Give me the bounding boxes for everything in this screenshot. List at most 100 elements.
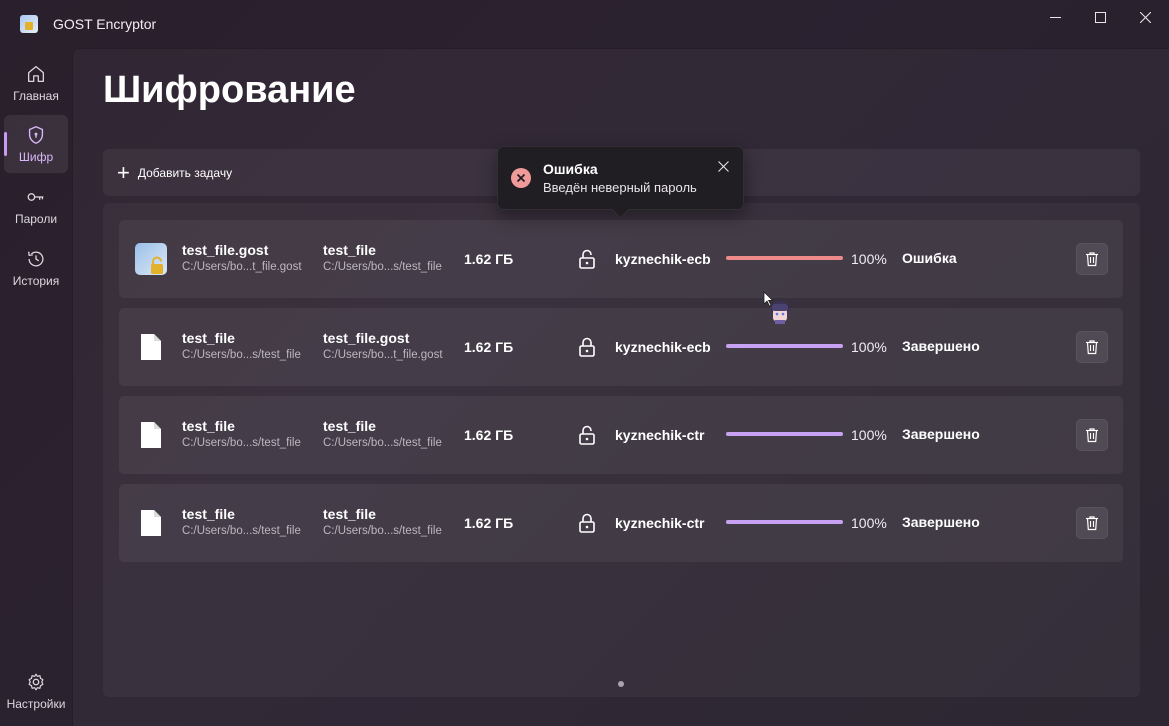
sidebar-item-label: История xyxy=(12,274,60,288)
close-icon xyxy=(1139,11,1151,23)
delete-task-button[interactable] xyxy=(1076,419,1108,451)
title-bar: GOST Encryptor xyxy=(0,0,1169,48)
close-window-button[interactable] xyxy=(1122,0,1168,34)
mouse-cursor-icon xyxy=(763,291,789,324)
gear-icon xyxy=(28,673,44,691)
source-file-path: C:/Users/bo...s/test_file xyxy=(182,525,301,537)
source-file: test_file C:/Users/bo...s/test_file xyxy=(182,418,301,449)
delete-task-button[interactable] xyxy=(1076,331,1108,363)
destination-file-path: C:/Users/bo...s/test_file xyxy=(323,525,442,537)
file-size: 1.62 ГБ xyxy=(464,339,514,355)
key-icon xyxy=(27,193,44,201)
sidebar-item-history[interactable]: История xyxy=(4,239,68,297)
progress-fill xyxy=(726,256,843,260)
sidebar-item-home[interactable]: Главная xyxy=(4,54,68,112)
status-text: Завершено xyxy=(902,426,980,442)
locked-icon xyxy=(579,513,595,533)
destination-file-path: C:/Users/bo...t_file.gost xyxy=(323,349,443,361)
trash-icon xyxy=(1086,252,1098,267)
locked-icon xyxy=(579,337,595,357)
progress-percent: 100% xyxy=(851,339,887,355)
destination-file: test_file.gost C:/Users/bo...t_file.gost xyxy=(323,330,443,361)
trash-icon xyxy=(1086,340,1098,355)
sidebar-item-label: Главная xyxy=(13,89,59,103)
unlocked-icon xyxy=(579,425,595,445)
delete-task-button[interactable] xyxy=(1076,243,1108,275)
sidebar-item-cipher[interactable]: Шифр xyxy=(4,115,68,173)
destination-file-name: test_file.gost xyxy=(323,330,410,346)
status-text: Завершено xyxy=(902,514,980,530)
pager-dot[interactable] xyxy=(618,681,624,687)
progress-bar xyxy=(726,520,843,524)
task-row[interactable]: test_file C:/Users/bo...s/test_file test… xyxy=(119,396,1123,474)
history-icon xyxy=(28,251,44,267)
progress-bar xyxy=(726,432,843,436)
task-row[interactable]: test_file.gost C:/Users/bo...t_file.gost… xyxy=(119,220,1123,298)
trash-icon xyxy=(1086,516,1098,531)
source-file-name: test_file.gost xyxy=(182,242,269,258)
toast-message: Введён неверный пароль xyxy=(543,180,697,195)
progress-fill xyxy=(726,432,843,436)
close-icon xyxy=(717,160,729,172)
destination-file-name: test_file xyxy=(323,418,376,434)
file-size: 1.62 ГБ xyxy=(464,515,514,531)
file-icon xyxy=(135,331,167,363)
add-task-button[interactable]: + Добавить задачу xyxy=(117,161,232,185)
app-icon xyxy=(20,15,38,33)
destination-file-path: C:/Users/bo...s/test_file xyxy=(323,437,442,449)
algorithm: kyznechik-ctr xyxy=(615,515,705,531)
toast-close-button[interactable] xyxy=(715,158,731,174)
add-task-label: Добавить задачу xyxy=(137,166,233,180)
destination-file-name: test_file xyxy=(323,242,376,258)
sidebar-item-label: Шифр xyxy=(18,150,54,164)
progress-percent: 100% xyxy=(851,251,887,267)
trash-icon xyxy=(1086,428,1098,443)
status-text: Ошибка xyxy=(902,250,957,266)
source-file-path: C:/Users/bo...s/test_file xyxy=(182,437,301,449)
delete-task-button[interactable] xyxy=(1076,507,1108,539)
error-toast: Ошибка Введён неверный пароль xyxy=(497,146,744,210)
sidebar-item-passwords[interactable]: Пароли xyxy=(4,177,68,235)
destination-file: test_file C:/Users/bo...s/test_file xyxy=(323,418,442,449)
app-title: GOST Encryptor xyxy=(53,16,157,32)
sidebar-item-label: Пароли xyxy=(14,212,58,226)
progress-bar xyxy=(726,344,843,348)
encrypted-file-icon xyxy=(135,243,167,275)
destination-file: test_file C:/Users/bo...s/test_file xyxy=(323,242,442,273)
source-file-name: test_file xyxy=(182,418,235,434)
progress-bar xyxy=(726,256,843,260)
source-file-name: test_file xyxy=(182,506,235,522)
destination-file: test_file C:/Users/bo...s/test_file xyxy=(323,506,442,537)
page-title: Шифрование xyxy=(103,69,356,111)
source-file: test_file.gost C:/Users/bo...t_file.gost xyxy=(182,242,302,273)
toast-title: Ошибка xyxy=(543,161,598,177)
sidebar: Главная Шифр Пароли История Настройки xyxy=(0,48,72,726)
plus-icon: + xyxy=(117,160,130,185)
file-icon xyxy=(135,419,167,451)
task-list: test_file.gost C:/Users/bo...t_file.gost… xyxy=(103,203,1140,697)
destination-file-name: test_file xyxy=(323,506,376,522)
error-icon xyxy=(511,168,531,188)
algorithm: kyznechik-ctr xyxy=(615,427,705,443)
algorithm: kyznechik-ecb xyxy=(615,339,711,355)
task-row[interactable]: test_file C:/Users/bo...s/test_file test… xyxy=(119,308,1123,386)
source-file-name: test_file xyxy=(182,330,235,346)
file-icon xyxy=(135,507,167,539)
maximize-button[interactable] xyxy=(1077,0,1123,34)
progress-fill xyxy=(726,344,843,348)
shield-icon xyxy=(28,126,44,144)
destination-file-path: C:/Users/bo...s/test_file xyxy=(323,261,442,273)
file-size: 1.62 ГБ xyxy=(464,427,514,443)
minimize-button[interactable] xyxy=(1032,0,1078,34)
unlocked-icon xyxy=(579,249,595,269)
sidebar-item-label: Настройки xyxy=(6,697,66,711)
source-file-path: C:/Users/bo...s/test_file xyxy=(182,349,301,361)
algorithm: kyznechik-ecb xyxy=(615,251,711,267)
minimize-icon xyxy=(1049,16,1061,18)
source-file: test_file C:/Users/bo...s/test_file xyxy=(182,506,301,537)
maximize-icon xyxy=(1094,11,1106,23)
progress-fill xyxy=(726,520,843,524)
task-row[interactable]: test_file C:/Users/bo...s/test_file test… xyxy=(119,484,1123,562)
source-file: test_file C:/Users/bo...s/test_file xyxy=(182,330,301,361)
sidebar-item-settings[interactable]: Настройки xyxy=(4,662,68,720)
